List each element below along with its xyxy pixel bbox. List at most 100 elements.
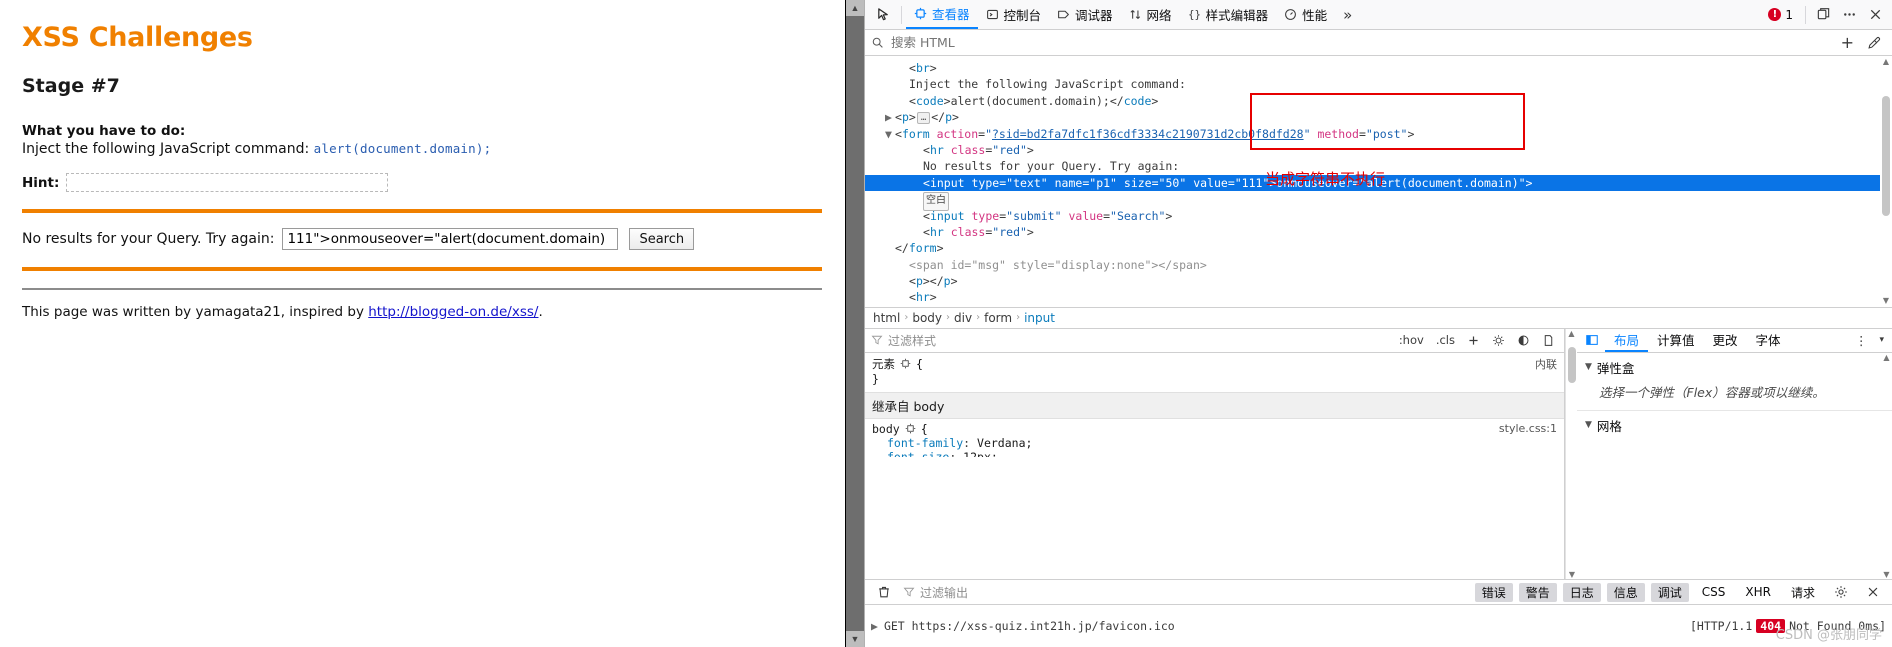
markup-line[interactable]: <br> [865, 60, 1880, 76]
dock-layout-icon[interactable] [1810, 2, 1836, 28]
console-chip-warnings[interactable]: 警告 [1518, 582, 1557, 602]
devtools-panel: 查看器 控制台 调试器 网络 {} 样式编辑器 性能 » ! 1 搜索 HTML… [864, 0, 1892, 647]
console-chip-errors[interactable]: 错误 [1474, 582, 1513, 602]
print-media-icon[interactable] [1539, 334, 1558, 347]
markup-line[interactable]: ▶ <p>… </p> [865, 109, 1880, 125]
error-count-badge[interactable]: ! 1 [1760, 8, 1801, 22]
element-picker-icon[interactable] [869, 2, 897, 28]
markup-twisty-icon[interactable]: ▶ [885, 109, 895, 125]
breadcrumb-item-input[interactable]: input [1024, 311, 1055, 325]
rules-scroll-up-icon[interactable]: ▲ [1566, 329, 1577, 338]
tab-debugger[interactable]: 调试器 [1049, 0, 1121, 29]
breadcrumb-item-div[interactable]: div [954, 311, 972, 325]
breadcrumb[interactable]: html › body › div › form › input [865, 306, 1892, 329]
rules-body[interactable]: 元素 { 内联 } 继承自 body body {style.css:1 fo… [865, 352, 1564, 579]
add-node-icon[interactable]: + [1833, 33, 1862, 52]
page-scrollbar[interactable]: ▲ ▼ [846, 0, 864, 647]
markup-line[interactable]: <hr> [865, 289, 1880, 305]
console-chip-info[interactable]: 信息 [1606, 582, 1645, 602]
html-search-input[interactable] [889, 34, 1833, 51]
tab-computed[interactable]: 计算值 [1648, 329, 1704, 352]
search-icon [871, 36, 884, 49]
console-chip-requests[interactable]: 请求 [1784, 583, 1822, 602]
scroll-up-arrow-icon[interactable]: ▲ [846, 0, 864, 16]
tab-network[interactable]: 网络 [1121, 0, 1180, 29]
markup-line[interactable]: <p></p> [865, 273, 1880, 289]
console-chip-css[interactable]: CSS [1695, 584, 1733, 600]
hov-button[interactable]: :hov [1396, 333, 1427, 347]
grid-section[interactable]: ▼ 网格 [1577, 411, 1892, 440]
page-scrollbar-thumb[interactable] [846, 0, 864, 647]
tab-changes[interactable]: 更改 [1704, 329, 1747, 352]
console-close-icon[interactable] [1860, 585, 1886, 599]
console-chip-debug[interactable]: 调试 [1650, 582, 1689, 602]
footer-link[interactable]: http://blogged-on.de/xss/ [368, 304, 538, 320]
console-message-row[interactable]: ▶ GET https://xss-quiz.int21h.jp/favicon… [865, 605, 1892, 647]
body-rule-header: body { style.css:1 [865, 419, 1564, 436]
html-search-bar[interactable]: + [865, 30, 1892, 56]
console-filter[interactable]: 过滤输出 [903, 584, 1469, 601]
dark-scheme-icon[interactable] [1514, 334, 1533, 347]
cls-button[interactable]: .cls [1433, 333, 1458, 347]
breadcrumb-item-html[interactable]: html [873, 311, 900, 325]
inspector-icon [914, 7, 927, 20]
breadcrumb-item-body[interactable]: body [912, 311, 942, 325]
flexbox-hint: 选择一个弹性（Flex）容器或项以继续。 [1599, 384, 1825, 400]
markup-line[interactable]: </form> [865, 240, 1880, 256]
close-devtools-icon[interactable] [1862, 2, 1888, 28]
split-view-icon[interactable] [1579, 333, 1605, 347]
tab-performance[interactable]: 性能 [1276, 0, 1335, 29]
layout-scrollbar[interactable]: ▲ ▼ [1881, 353, 1892, 580]
markup-line[interactable]: <hr class="red"> [865, 142, 1880, 158]
devtools-menu-icon[interactable] [1836, 2, 1862, 28]
markup-scrollbar-thumb[interactable] [1882, 96, 1890, 216]
markup-scroll-down-icon[interactable]: ▼ [1880, 295, 1892, 307]
console-settings-icon[interactable] [1828, 585, 1854, 599]
markup-line[interactable]: <hr class="red"> [865, 224, 1880, 240]
style-filter[interactable]: 过滤样式 [871, 332, 1390, 349]
markup-scroll-up-icon[interactable]: ▲ [1880, 56, 1892, 68]
page-footer: This page was written by yamagata21, ins… [22, 304, 821, 320]
declaration-font-family[interactable]: font-family: Verdana; [865, 436, 1564, 450]
layout-overflow-menu-icon[interactable]: ⋮ [1849, 333, 1874, 348]
console-chip-xhr[interactable]: XHR [1738, 584, 1778, 600]
layout-scroll-down-icon[interactable]: ▼ [1881, 570, 1892, 579]
layout-body: ▼ 弹性盒 选择一个弹性（Flex）容器或项以继续。 ▼ 网格 ▲ ▼ [1577, 352, 1892, 580]
rules-scrollbar[interactable]: ▲ ▼ [1565, 328, 1577, 579]
console-message-text: GET https://xss-quiz.int21h.jp/favicon.i… [883, 619, 1175, 633]
tab-console[interactable]: 控制台 [978, 0, 1050, 29]
markup-scrollbar[interactable]: ▲ ▼ [1880, 56, 1892, 307]
console-chip-logs[interactable]: 日志 [1562, 582, 1601, 602]
tab-style-editor[interactable]: {} 样式编辑器 [1180, 0, 1277, 29]
clear-console-icon[interactable] [871, 585, 897, 599]
markup-line[interactable]: <code>alert(document.domain);</code> [865, 93, 1880, 109]
layout-collapse-icon[interactable]: ▾ [1873, 335, 1890, 345]
search-button[interactable]: Search [629, 228, 695, 250]
layout-scroll-up-icon[interactable]: ▲ [1881, 353, 1892, 362]
stage-heading: Stage #7 [22, 75, 120, 97]
scroll-down-arrow-icon[interactable]: ▼ [846, 631, 864, 647]
declaration-font-size[interactable]: font-size: 12px; [865, 450, 1564, 457]
tab-layout[interactable]: 布局 [1605, 329, 1649, 352]
markup-line[interactable]: <input type="submit" value="Search"> [865, 208, 1880, 224]
markup-line[interactable]: <span id="msg" style="display:none"></sp… [865, 257, 1880, 273]
markup-line[interactable]: 空白 [865, 191, 1880, 211]
body-rule-brace: { [920, 421, 928, 436]
add-rule-icon[interactable] [1464, 334, 1483, 347]
rules-scrollbar-thumb[interactable] [1568, 346, 1576, 383]
flexbox-section[interactable]: ▼ 弹性盒 [1577, 353, 1892, 382]
expand-message-caret-icon[interactable]: ▶ [871, 619, 878, 633]
breadcrumb-item-form[interactable]: form [984, 311, 1012, 325]
browser-page-content: XSS Challenges Stage #7 What you have to… [0, 0, 846, 647]
markup-twisty-icon[interactable]: ▼ [885, 126, 895, 142]
search-input[interactable] [282, 228, 619, 250]
eyedropper-icon[interactable] [1862, 36, 1886, 50]
markup-line[interactable]: Inject the following JavaScript command: [865, 76, 1880, 92]
tab-fonts[interactable]: 字体 [1747, 329, 1790, 352]
tab-inspector[interactable]: 查看器 [906, 0, 978, 29]
console-panel: 过滤输出 错误 警告 日志 信息 调试 CSS XHR 请求 ▶ GET htt… [865, 579, 1892, 647]
more-tabs-chevron-icon[interactable]: » [1335, 6, 1360, 24]
markup-line[interactable]: ▼ <form action="?sid=bd2fa7dfc1f36cdf3334… [865, 126, 1880, 142]
light-scheme-icon[interactable] [1489, 334, 1508, 347]
toolbar-separator-2 [1805, 5, 1806, 24]
